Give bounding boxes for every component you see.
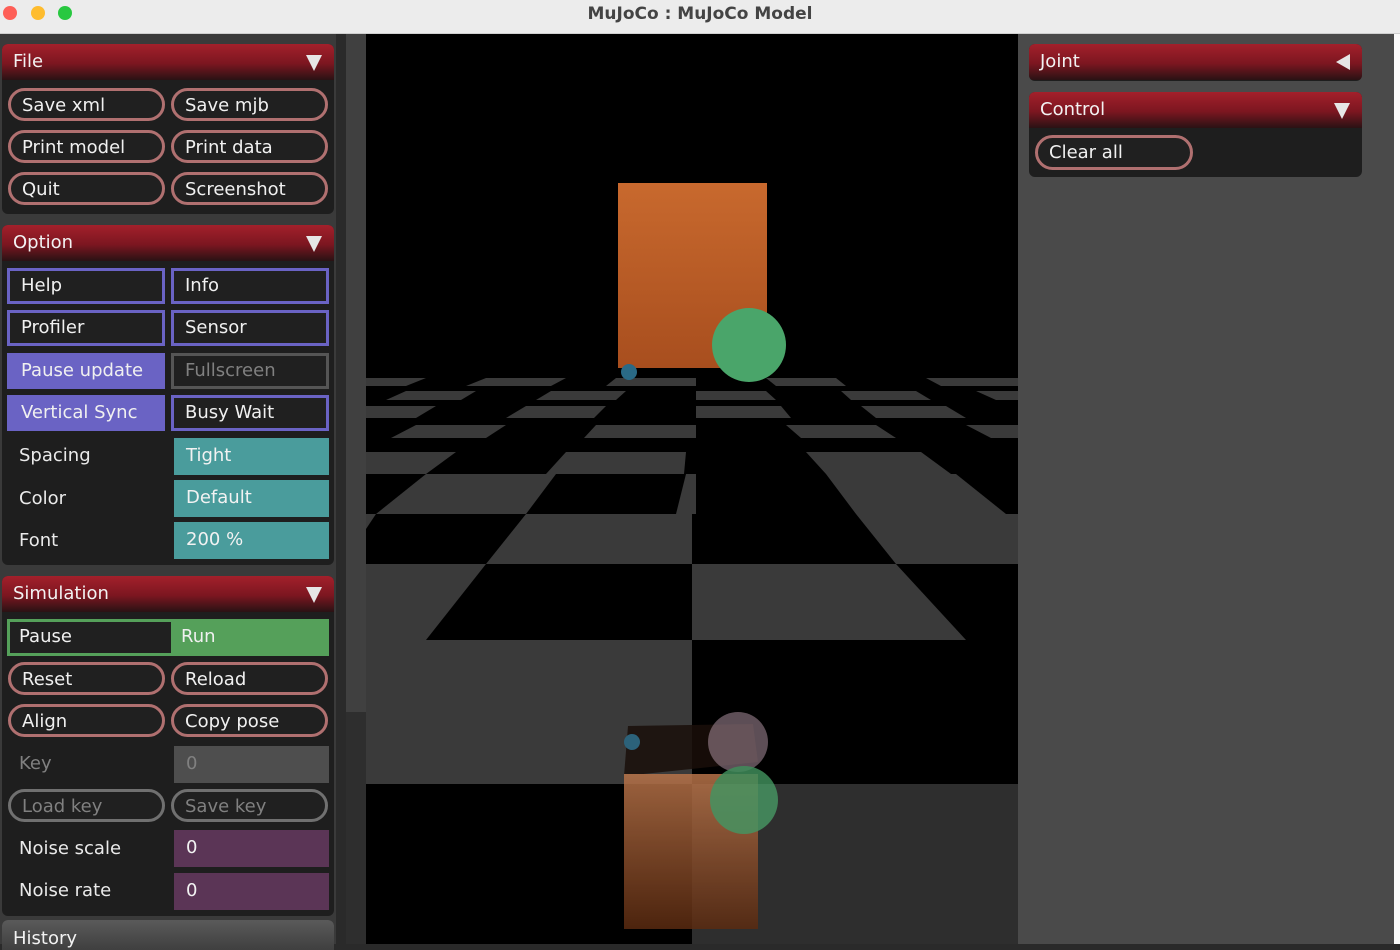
clear-all-button[interactable]: Clear all: [1035, 135, 1193, 170]
sensor-toggle[interactable]: Sensor: [171, 310, 329, 346]
spacing-select[interactable]: Tight: [174, 438, 329, 475]
simulation-section: Simulation Pause Run Reset Reload Align …: [2, 576, 334, 916]
simulation-section-header[interactable]: Simulation: [2, 576, 334, 612]
joint-section-title: Joint: [1040, 51, 1080, 72]
file-section: File Save xml Save mjb Print model Print…: [2, 44, 334, 214]
scene-render: [366, 183, 1018, 944]
3d-viewport[interactable]: [366, 34, 1018, 944]
floor-reflection: [624, 712, 778, 929]
file-section-header[interactable]: File: [2, 44, 334, 80]
expand-triangle-icon: [1336, 54, 1350, 70]
fullscreen-toggle[interactable]: Fullscreen: [171, 353, 329, 389]
align-button[interactable]: Align: [8, 704, 165, 737]
left-panel-scrollbar[interactable]: [346, 34, 366, 712]
print-model-button[interactable]: Print model: [8, 130, 165, 163]
spacing-label: Spacing: [19, 445, 91, 466]
green-sphere: [712, 308, 786, 382]
collapse-triangle-icon: [306, 587, 322, 603]
history-section-header[interactable]: History: [2, 920, 334, 950]
reload-button[interactable]: Reload: [171, 662, 328, 695]
font-select[interactable]: 200 %: [174, 522, 329, 559]
key-slider[interactable]: 0: [174, 746, 329, 783]
load-key-button[interactable]: Load key: [8, 789, 165, 822]
control-section: Control Clear all: [1029, 92, 1362, 177]
option-section-header[interactable]: Option: [2, 225, 334, 261]
info-toggle[interactable]: Info: [171, 268, 329, 304]
vertical-sync-toggle[interactable]: Vertical Sync: [7, 395, 165, 431]
history-section-title: History: [13, 928, 78, 949]
save-xml-button[interactable]: Save xml: [8, 88, 165, 121]
profiler-toggle[interactable]: Profiler: [7, 310, 165, 346]
run-radio-option[interactable]: Run: [171, 622, 326, 653]
color-label: Color: [19, 488, 66, 509]
screenshot-button[interactable]: Screenshot: [171, 172, 328, 205]
pause-run-radio: Pause Run: [7, 619, 329, 656]
color-select[interactable]: Default: [174, 480, 329, 517]
control-section-title: Control: [1040, 99, 1106, 120]
copy-pose-button[interactable]: Copy pose: [171, 704, 328, 737]
joint-section: Joint: [1029, 44, 1362, 81]
reset-button[interactable]: Reset: [8, 662, 165, 695]
collapse-triangle-icon: [306, 55, 322, 71]
option-section: Option Help Info Profiler Sensor Pause u…: [2, 225, 334, 565]
pause-update-toggle[interactable]: Pause update: [7, 353, 165, 389]
file-section-title: File: [13, 51, 44, 72]
noise-rate-slider[interactable]: 0: [174, 873, 329, 910]
key-label: Key: [19, 753, 52, 774]
option-section-title: Option: [13, 232, 74, 253]
window-title: MuJoCo : MuJoCo Model: [587, 4, 813, 24]
noise-scale-label: Noise scale: [19, 838, 122, 859]
noise-scale-slider[interactable]: 0: [174, 830, 329, 867]
simulation-section-title: Simulation: [13, 583, 109, 604]
help-toggle[interactable]: Help: [7, 268, 165, 304]
history-section: History: [2, 920, 334, 950]
print-data-button[interactable]: Print data: [171, 130, 328, 163]
left-panel-scrollbar-track: [346, 712, 366, 944]
save-key-button[interactable]: Save key: [171, 789, 328, 822]
quit-button[interactable]: Quit: [8, 172, 165, 205]
control-section-header[interactable]: Control: [1029, 92, 1362, 128]
collapse-triangle-icon: [1334, 103, 1350, 119]
joint-section-header[interactable]: Joint: [1029, 44, 1362, 80]
save-mjb-button[interactable]: Save mjb: [171, 88, 328, 121]
busy-wait-toggle[interactable]: Busy Wait: [171, 395, 329, 431]
window-right-edge: [1394, 34, 1400, 944]
noise-rate-label: Noise rate: [19, 880, 112, 901]
pause-radio-option[interactable]: Pause: [10, 622, 171, 653]
window-titlebar: MuJoCo : MuJoCo Model: [0, 0, 1400, 34]
font-label: Font: [19, 530, 59, 551]
small-blue-sphere: [621, 364, 637, 380]
collapse-triangle-icon: [306, 236, 322, 252]
